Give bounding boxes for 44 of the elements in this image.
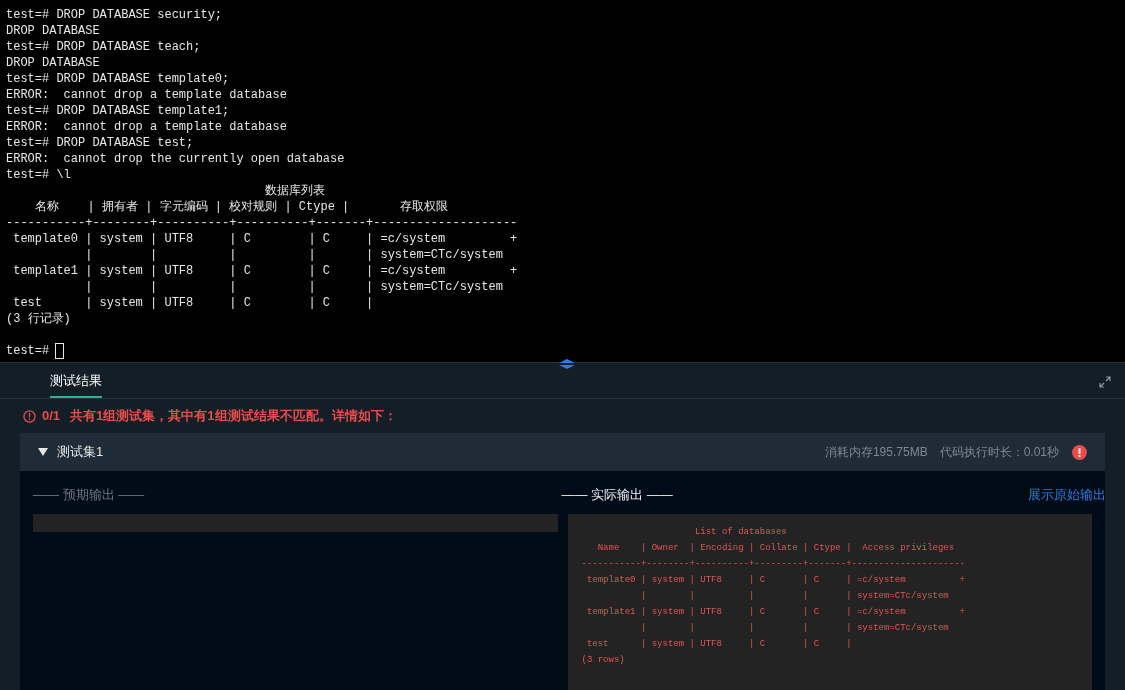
terminal-line: template0 | system | UTF8 | C | C | =c/system + xyxy=(12,232,518,246)
terminal-line: | | | | | system=CTc/system xyxy=(84,280,503,294)
error-icon xyxy=(1072,444,1087,460)
expected-output-label: —— 预期输出 —— xyxy=(33,486,146,504)
output-line: template1 | system | UTF8 | C | C | =c/system + xyxy=(585,607,965,617)
memory-usage: 消耗内存195.75MB xyxy=(824,444,928,461)
output-line: test | system | UTF8 | C | C | xyxy=(585,639,852,649)
test-set-title: 测试集1 xyxy=(57,443,104,462)
terminal-line: test=# DROP DATABASE template0; xyxy=(6,72,230,86)
terminal-line: | | | | | system=CTc/system xyxy=(84,248,503,262)
test-set-header[interactable]: 测试集1 消耗内存195.75MB 代码执行时长：0.01秒 xyxy=(20,433,1105,471)
terminal-line: DROP DATABASE xyxy=(6,24,100,38)
terminal-line: test=# DROP DATABASE teach; xyxy=(6,40,201,54)
terminal-line: test=# \l xyxy=(6,168,71,182)
terminal-line: test=# DROP DATABASE test; xyxy=(6,136,194,150)
output-line: (3 rows) xyxy=(581,655,625,665)
terminal-line: test=# DROP DATABASE security; xyxy=(6,8,223,22)
actual-output-label: —— 实际输出 —— xyxy=(561,486,673,504)
show-raw-output-link[interactable]: 展示原始输出 xyxy=(1028,485,1106,505)
terminal-line: ERROR: cannot drop the currently open database xyxy=(6,152,345,166)
score-text: 0/1 xyxy=(42,407,61,426)
terminal-line: test=# xyxy=(6,343,50,359)
expand-icon[interactable] xyxy=(1099,376,1111,388)
warning-icon xyxy=(23,409,36,423)
output-line: Name | Owner | Encoding | Collate | Ctype | Access privileges xyxy=(596,543,955,553)
output-line: template0 | system | UTF8 | C | C | =c/system + xyxy=(585,575,965,585)
results-tab[interactable]: 测试结果 xyxy=(50,370,102,398)
terminal-line: DROP DATABASE xyxy=(6,56,100,70)
terminal-line: (3 行记录) xyxy=(6,312,71,326)
terminal-line: test=# DROP DATABASE template1; xyxy=(6,104,230,118)
execution-time: 代码执行时长：0.01秒 xyxy=(939,444,1059,461)
output-line: | | | | | system=CTc/system xyxy=(639,623,949,633)
cursor-icon xyxy=(55,343,65,359)
summary-message: 共有1组测试集，其中有1组测试结果不匹配。详情如下： xyxy=(70,407,397,426)
terminal-line: test | system | UTF8 | C | C | xyxy=(12,296,374,310)
output-line: -----------+--------+----------+---------+-------+--------------------- xyxy=(581,559,965,569)
terminal-line: 数据库列表 xyxy=(264,184,326,198)
terminal-line: 名称 | 拥有者 | 字元编码 | 校对规则 | Ctype | 存取权限 xyxy=(33,200,448,214)
terminal-line: template1 | system | UTF8 | C | C | =c/system + xyxy=(12,264,518,278)
output-line: List of databases xyxy=(693,527,787,537)
terminal-line: ERROR: cannot drop a template database xyxy=(6,120,287,134)
terminal-line: ERROR: cannot drop a template database xyxy=(6,88,287,102)
output-line: | | | | | system=CTc/system xyxy=(639,591,949,601)
terminal-line: -----------+--------+----------+----------+-------+-------------------- xyxy=(6,216,518,230)
